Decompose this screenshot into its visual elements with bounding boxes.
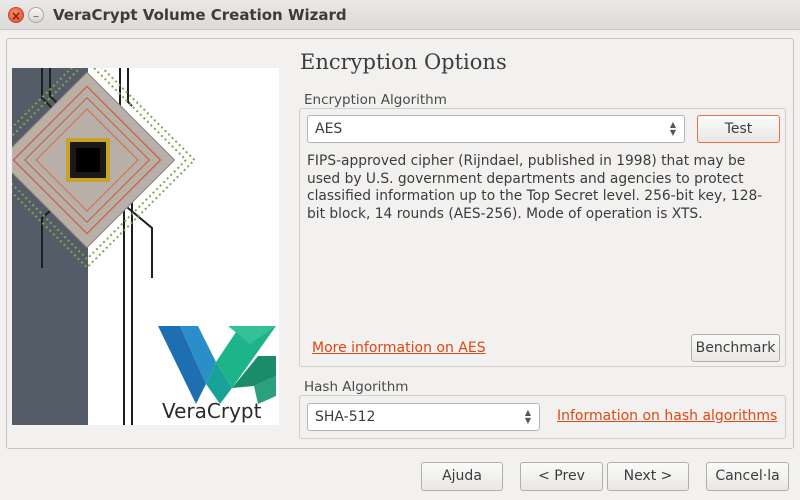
close-icon: × [10, 9, 22, 23]
algorithm-description: FIPS-approved cipher (Rijndael, publishe… [307, 153, 763, 222]
chip-artwork [12, 68, 276, 425]
minimize-window-button[interactable]: – [28, 7, 44, 23]
encryption-algorithm-select[interactable]: AES ▲ ▼ [307, 115, 685, 143]
brand-wordmark: VeraCrypt [162, 399, 262, 423]
test-button[interactable]: Test [697, 115, 780, 143]
title-bar: × – VeraCrypt Volume Creation Wizard [0, 0, 800, 30]
hash-info-link[interactable]: Information on hash algorithms [557, 408, 777, 424]
prev-button[interactable]: < Prev [520, 462, 603, 491]
hash-algorithm-select[interactable]: SHA-512 ▲ ▼ [307, 403, 540, 431]
hash-algorithm-label: Hash Algorithm [304, 379, 413, 395]
encryption-algorithm-label: Encryption Algorithm [304, 92, 451, 108]
window-title: VeraCrypt Volume Creation Wizard [53, 6, 347, 24]
chevron-updown-icon: ▲ ▼ [524, 408, 532, 425]
close-window-button[interactable]: × [8, 7, 24, 23]
minimize-icon: – [33, 9, 39, 23]
hash-algorithm-value: SHA-512 [315, 409, 376, 425]
cancel-button[interactable]: Cancel·la [706, 462, 789, 491]
next-button[interactable]: Next > [607, 462, 689, 491]
benchmark-button[interactable]: Benchmark [691, 334, 780, 362]
help-button[interactable]: Ajuda [421, 462, 503, 491]
page-title: Encryption Options [300, 50, 507, 74]
encryption-algorithm-group [299, 108, 786, 367]
more-info-aes-link[interactable]: More information on AES [312, 340, 486, 356]
encryption-algorithm-value: AES [315, 121, 343, 137]
chevron-updown-icon: ▲ ▼ [669, 120, 677, 137]
wizard-illustration: VeraCrypt [12, 68, 279, 425]
